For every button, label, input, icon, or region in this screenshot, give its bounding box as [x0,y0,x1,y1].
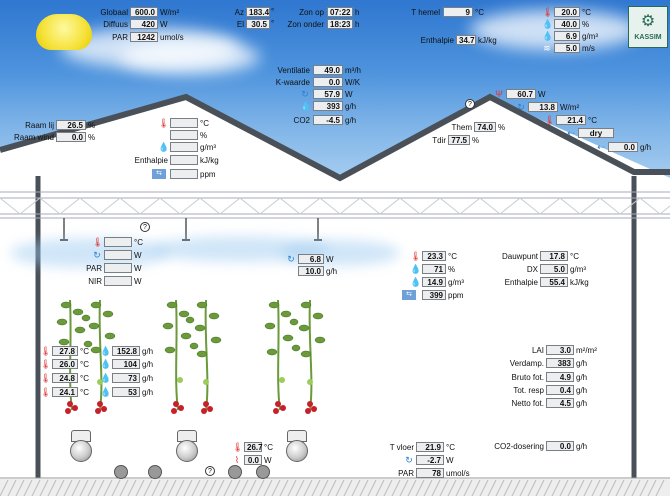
lai-unit: m²/m² [576,346,597,355]
pipe-thermometer-icon: 🌡 [232,442,244,452]
crop-layer-drop-icon: 💧 [100,373,112,383]
floor-par-label: PAR [398,469,414,478]
co2-dosering-value: 0.0 [546,441,574,451]
bruto-unit: g/h [576,373,588,382]
crop-layer-flow: 53 [112,387,140,397]
pipe-help-icon[interactable]: ? [205,466,215,476]
lai-value: 3.0 [546,345,574,355]
crop-layer-drop-icon: 💧 [100,387,112,397]
lamp-bulb-icon [286,440,308,462]
netto-value: 4.5 [546,398,574,408]
lamp-bulb-icon [176,440,198,462]
crop-layer-thermometer-icon: 🌡 [40,346,52,356]
t-vloer-unit: °C [446,443,455,452]
crop-layer-temp-unit: °C [80,388,89,397]
crop-layer-flow: 104 [112,359,140,369]
crop-layer-temp: 24.1 [52,387,78,397]
t-vloer-label: T vloer [389,443,414,452]
crop-layer-temp: 26.0 [52,359,78,369]
floor-heat-unit: W [446,456,454,465]
lamp-bulb-icon [70,440,92,462]
netto-unit: g/h [576,399,588,408]
heating-pipe [148,465,162,479]
resp-value: 0.4 [546,385,574,395]
bruto-value: 4.9 [546,372,574,382]
crop-layer-flow: 152.8 [112,346,140,356]
verdamp-unit: g/h [576,359,588,368]
floor-par-unit: umol/s [446,469,470,478]
bruto-label: Bruto fot. [511,373,544,382]
floor-par-value: 78 [416,468,444,478]
verdamp-label: Verdamp. [509,359,544,368]
pipe-heat-value: 0.0 [244,455,262,465]
heating-pipe [228,465,242,479]
crop-layer-temp-unit: °C [80,360,89,369]
crop-layer-temp-unit: °C [80,347,89,356]
crop-layer-drop-icon: 💧 [100,359,112,369]
crop-layer-drop-icon: 💧 [100,346,112,356]
crop-layer-temp: 24.8 [52,373,78,383]
crop-layer-thermometer-icon: 🌡 [40,387,52,397]
crop-layer-flow-unit: g/h [142,347,154,356]
floor-heat-value: -2.7 [416,455,444,465]
netto-label: Netto fot. [511,399,544,408]
pipe-temp-unit: °C [264,443,273,452]
crop-layer-thermometer-icon: 🌡 [40,373,52,383]
resp-unit: g/h [576,386,588,395]
pipe-heat-icon: ⌇ [234,455,240,465]
crop-layer-flow-unit: g/h [142,374,154,383]
crop-layer-flow-unit: g/h [142,360,154,369]
crop-layer-flow: 73 [112,373,140,383]
tomato-plants [56,299,326,414]
heating-pipe [114,465,128,479]
lai-label: LAI [531,346,544,355]
heating-pipe [256,465,270,479]
crop-layer-temp: 27.8 [52,346,78,356]
floor-exchange-icon: ↻ [405,455,413,465]
co2-dosering-unit: g/h [576,442,588,451]
co2-dosering-label: CO2-dosering [494,442,544,451]
pipe-temp-value: 26.7 [244,442,263,452]
resp-label: Tot. resp [513,386,544,395]
crop-layer-temp-unit: °C [80,374,89,383]
verdamp-value: 383 [546,358,574,368]
crop-layer-flow-unit: g/h [142,388,154,397]
crop-layer-thermometer-icon: 🌡 [40,359,52,369]
pipe-heat-unit: W [264,456,272,465]
t-vloer-value: 21.9 [416,442,444,452]
